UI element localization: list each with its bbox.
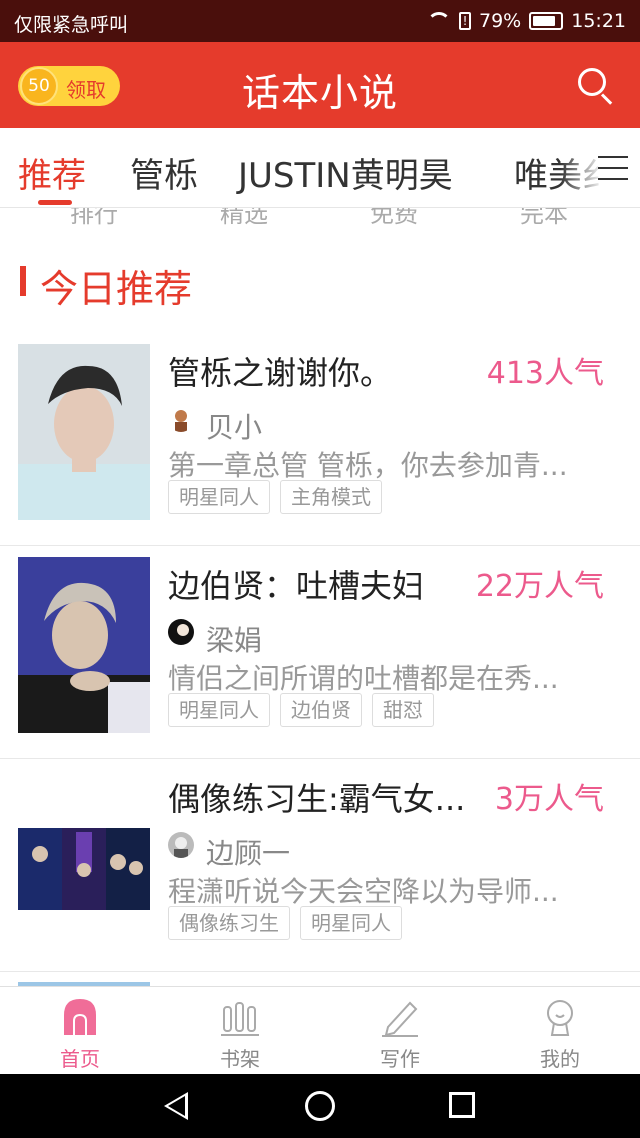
tab-menu-icon[interactable] — [598, 156, 628, 180]
book-card[interactable]: 管栎之谢谢你。 413人气 贝小 第一章总管 管栎，你去参加青... 明星同人 … — [0, 334, 640, 546]
nav-home[interactable]: 首页 — [0, 987, 160, 1075]
tab-justin[interactable]: JUSTIN黄明昊 — [238, 148, 453, 197]
nav-profile[interactable]: 我的 — [480, 987, 640, 1075]
pencil-icon — [382, 1001, 418, 1037]
app-title: 话本小说 — [241, 71, 398, 115]
book-card[interactable]: 偶像练习生:霸气女... 3万人气 边顾一 程潇听说今天会空降以为导师... 偶… — [0, 760, 640, 972]
tag[interactable]: 明星同人 — [168, 693, 270, 727]
nav-write[interactable]: 写作 — [320, 987, 480, 1075]
battery-icon — [529, 12, 564, 30]
popularity-count: 413人气 — [486, 356, 604, 391]
author-avatar — [168, 832, 194, 858]
tag-list: 偶像练习生 明星同人 — [168, 906, 402, 940]
book-summary: 第一章总管 管栎，你去参加青... — [168, 449, 568, 482]
book-title: 偶像练习生:霸气女... — [168, 780, 466, 818]
book-title: 边伯贤：吐槽夫妇 — [168, 567, 425, 605]
tag[interactable]: 明星同人 — [168, 480, 270, 514]
alert-icon: ! — [459, 12, 471, 30]
active-tab-indicator — [38, 200, 72, 205]
quick-nav-featured[interactable]: 精选 — [174, 208, 314, 226]
clock: 15:21 — [571, 10, 626, 32]
quick-nav: 排行 精选 免费 完本 — [0, 208, 640, 226]
battery-percent: 79% — [479, 10, 522, 32]
author-avatar — [168, 406, 194, 432]
quick-nav-complete[interactable]: 完本 — [474, 208, 614, 226]
tag-list: 明星同人 边伯贤 甜怼 — [168, 693, 434, 727]
category-tabs: 推荐 管栎 JUSTIN黄明昊 唯美纟 — [0, 128, 640, 208]
tag[interactable]: 偶像练习生 — [168, 906, 290, 940]
book-cover — [18, 344, 150, 520]
tab-recommend[interactable]: 推荐 — [18, 148, 86, 197]
app-header: 50 领取 话本小说 — [0, 42, 640, 128]
book-cover — [18, 770, 150, 946]
popularity-count: 3万人气 — [494, 782, 604, 817]
system-nav-bar — [0, 1074, 640, 1138]
nav-bookshelf[interactable]: 书架 — [160, 987, 320, 1075]
tag[interactable]: 主角模式 — [280, 480, 382, 514]
book-summary: 程潇听说今天会空降以为导师... — [168, 875, 559, 908]
quick-nav-ranking[interactable]: 排行 — [24, 208, 164, 226]
home-button-icon[interactable] — [305, 1091, 335, 1121]
profile-icon — [547, 1000, 573, 1036]
nav-bookshelf-label: 书架 — [220, 1047, 260, 1071]
tab-guanli[interactable]: 管栎 — [130, 148, 198, 197]
nav-home-label: 首页 — [60, 1047, 100, 1071]
tag[interactable]: 明星同人 — [300, 906, 402, 940]
author-name: 边顾一 — [206, 837, 291, 870]
home-icon — [64, 999, 96, 1035]
book-title: 管栎之谢谢你。 — [168, 354, 393, 392]
popularity-count: 22万人气 — [475, 569, 604, 604]
tag[interactable]: 边伯贤 — [280, 693, 362, 727]
search-button[interactable] — [576, 66, 616, 106]
section-accent — [20, 266, 26, 296]
bottom-nav: 首页 书架 写作 我的 — [0, 986, 640, 1074]
nav-profile-label: 我的 — [540, 1047, 580, 1071]
carrier-text: 仅限紧急呼叫 — [14, 14, 129, 36]
bookshelf-icon — [221, 1002, 259, 1036]
section-title: 今日推荐 — [40, 267, 193, 311]
author-name: 梁娟 — [206, 624, 263, 657]
tag[interactable]: 甜怼 — [372, 693, 434, 727]
tag-list: 明星同人 主角模式 — [168, 480, 382, 514]
back-icon[interactable] — [164, 1092, 188, 1120]
recent-apps-icon[interactable] — [449, 1092, 475, 1118]
quick-nav-free[interactable]: 免费 — [324, 208, 464, 226]
nav-write-label: 写作 — [380, 1047, 420, 1071]
author-name: 贝小 — [206, 411, 263, 444]
wifi-icon — [427, 12, 451, 30]
status-icons: ! 79% 15:21 — [427, 10, 626, 32]
status-bar: 仅限紧急呼叫 ! 79% 15:21 — [0, 0, 640, 42]
search-icon — [578, 68, 606, 96]
book-cover — [18, 557, 150, 733]
author-avatar — [168, 619, 194, 645]
book-summary: 情侣之间所谓的吐槽都是在秀... — [168, 662, 559, 695]
book-card[interactable]: 边伯贤：吐槽夫妇 22万人气 梁娟 情侣之间所谓的吐槽都是在秀... 明星同人 … — [0, 547, 640, 759]
